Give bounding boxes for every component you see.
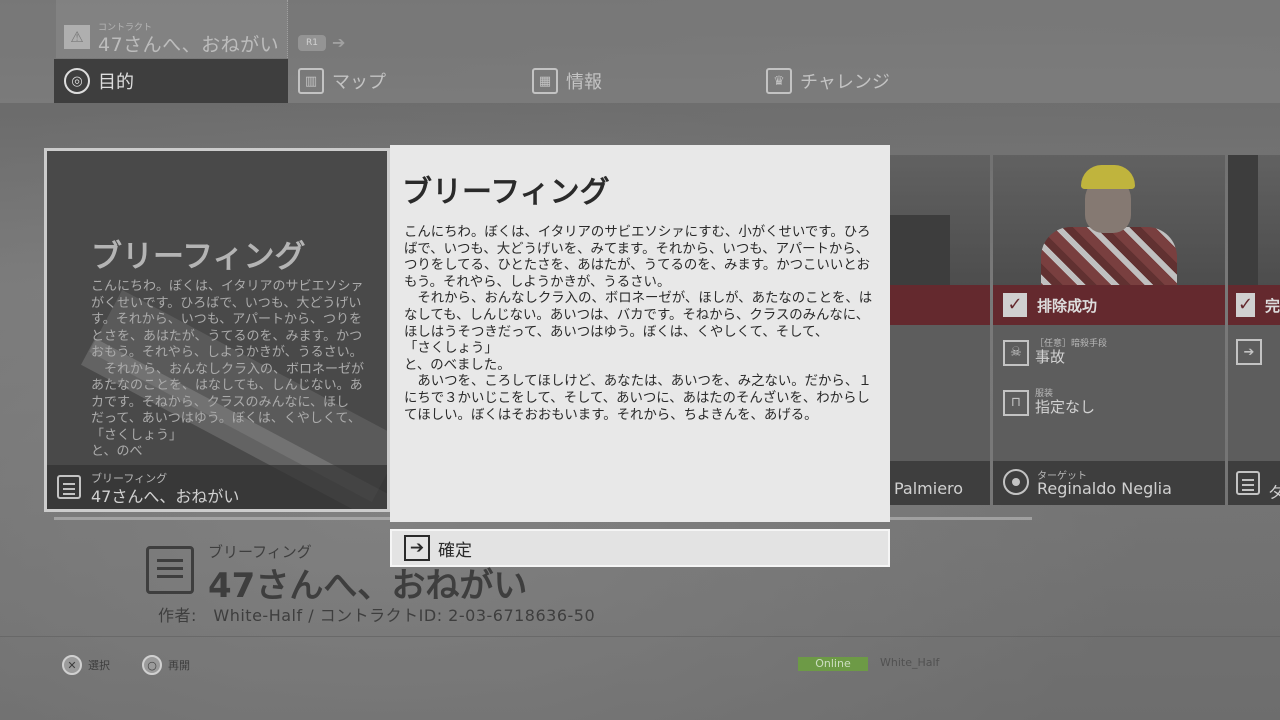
dialog-title: ブリーフィング — [402, 175, 610, 210]
dialog-body: こんにちわ。ぼくは、イタリアのサビエソシァにすむ、小がくせいです。ひろばで、いつ… — [404, 225, 873, 423]
briefing-dialog: ブリーフィング こんにちわ。ぼくは、イタリアのサビエソシァにすむ、小がくせいです… — [390, 145, 890, 522]
confirm-button[interactable]: ➔ 確定 — [390, 529, 890, 567]
arrow-right-icon: ➔ — [404, 535, 430, 561]
confirm-button-label: 確定 — [438, 540, 472, 561]
